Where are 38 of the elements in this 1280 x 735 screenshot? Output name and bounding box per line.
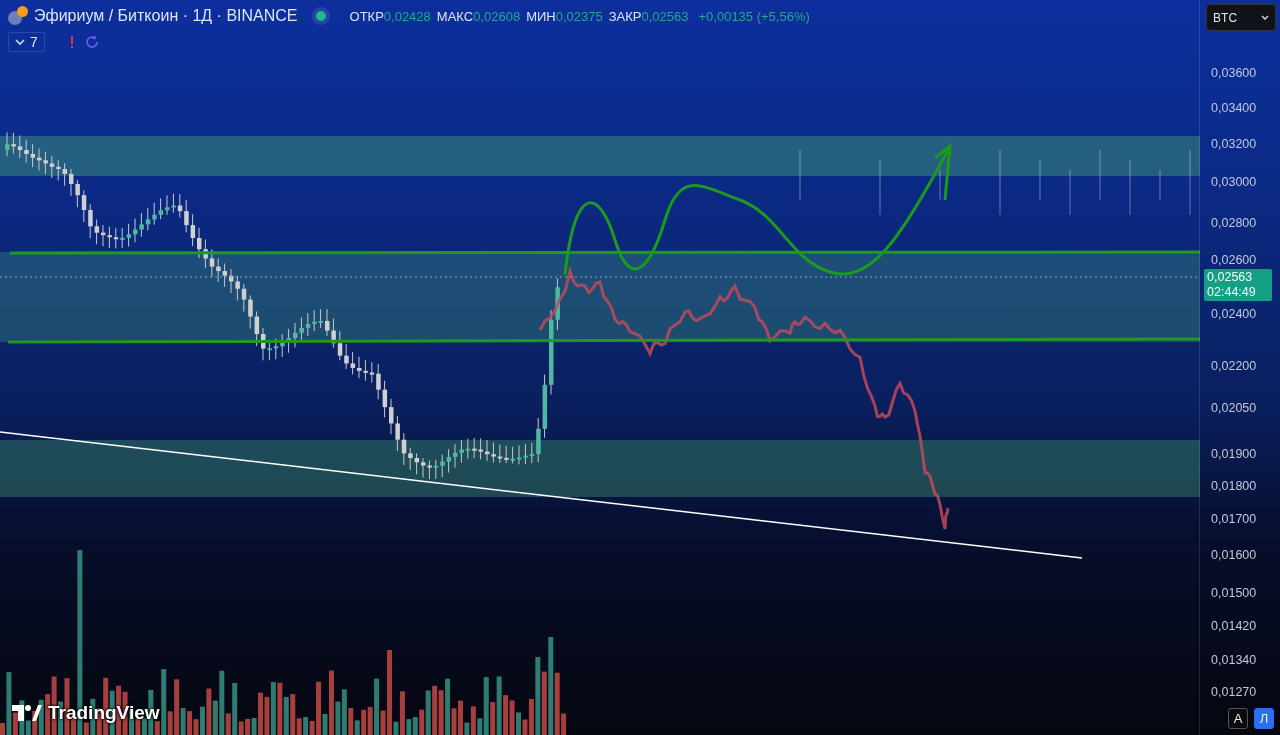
price-tick: 0,01500	[1211, 586, 1257, 600]
tradingview-mark-icon	[12, 705, 42, 721]
ohlc-value: 0,02608	[473, 8, 521, 24]
price-tick: 0,02800	[1211, 216, 1257, 230]
coin-pair-icon	[8, 6, 30, 26]
scale-mode-button[interactable]: Л	[1254, 708, 1275, 729]
price-tick: 0,03400	[1211, 101, 1257, 115]
chevron-icon	[15, 38, 25, 46]
ohlc-value: 0,02563	[641, 8, 689, 24]
price-tick: 0,03600	[1211, 66, 1257, 80]
price-change: +0,00135 (+5,56%)	[698, 8, 810, 24]
price-tick: 0,03200	[1211, 137, 1257, 151]
currency-dropdown[interactable]: BTC	[1206, 4, 1277, 31]
refresh-icon[interactable]	[84, 35, 99, 49]
ohlc-value: 0,02428	[383, 8, 431, 24]
price-tick: 0,01420	[1211, 619, 1257, 633]
ohlc-label: ОТКР	[349, 8, 384, 24]
symbol-title[interactable]: Эфириум / Биткоин · 1Д · BINANCE	[34, 7, 298, 25]
price-tick: 0,01800	[1211, 479, 1257, 493]
price-tick: 0,03000	[1211, 175, 1257, 189]
bar-countdown: 02:44:49	[1207, 285, 1257, 300]
price-tick: 0,01600	[1211, 548, 1257, 562]
price-tick: 0,01270	[1211, 685, 1257, 699]
price-tick: 0,01340	[1211, 653, 1257, 667]
chevron-icon	[1261, 14, 1270, 21]
price-tick: 0,02400	[1211, 307, 1257, 321]
ohlc-label: МАКС	[436, 8, 474, 24]
ohlc-label: ЗАКР	[608, 8, 642, 24]
ohlc-label: МИН	[526, 8, 556, 24]
price-tick: 0,02050	[1211, 401, 1257, 415]
scale-mode-button[interactable]: A	[1228, 708, 1249, 729]
price-tick: 0,02200	[1211, 359, 1257, 373]
indicators-toggle-button[interactable]: 7	[8, 32, 45, 52]
ohlc-value: 0,02375	[555, 8, 603, 24]
price-tick: 0,01900	[1211, 447, 1257, 461]
last-price: 0,02563	[1207, 270, 1254, 285]
price-tick: 0,01700	[1211, 512, 1257, 526]
price-tick: 0,02600	[1211, 253, 1257, 267]
